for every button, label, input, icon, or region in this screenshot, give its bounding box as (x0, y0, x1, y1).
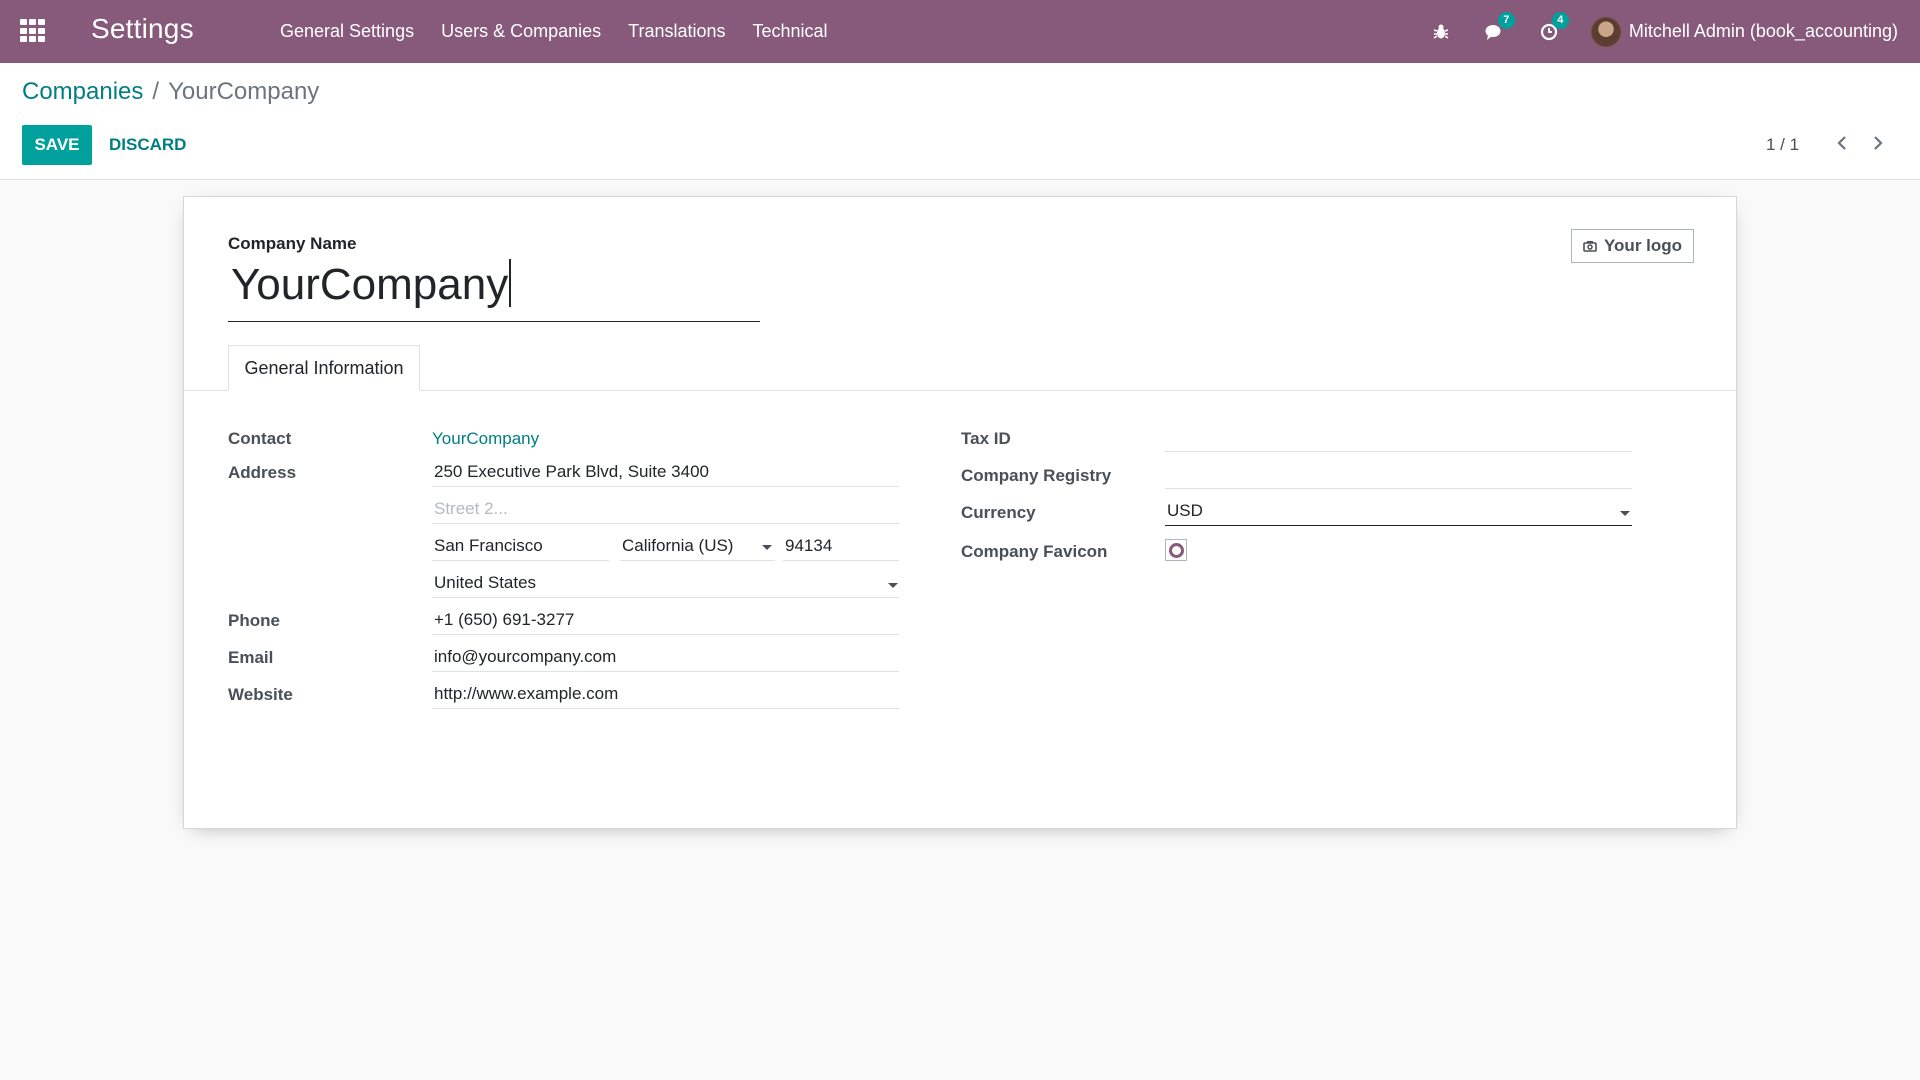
street2-field[interactable]: Street 2... (432, 495, 899, 524)
currency-value: USD (1167, 501, 1203, 520)
apps-menu-icon[interactable] (20, 19, 46, 43)
state-value: California (US) (622, 536, 734, 555)
user-name: Mitchell Admin (book_accounting) (1628, 21, 1898, 41)
company-favicon-label: Company Favicon (961, 542, 1108, 561)
breadcrumb-separator: / (152, 78, 160, 105)
tax-id-field[interactable] (1165, 423, 1632, 452)
company-name-input[interactable]: YourCompany (228, 259, 760, 322)
street-field[interactable]: 250 Executive Park Blvd, Suite 3400 (432, 458, 899, 487)
email-field[interactable]: info@yourcompany.com (432, 643, 899, 672)
currency-select[interactable]: USD (1165, 497, 1632, 526)
breadcrumb-current: YourCompany (168, 78, 320, 105)
currency-caret-icon (1620, 511, 1630, 516)
country-value: United States (434, 573, 537, 592)
country-select[interactable]: United States (432, 569, 899, 598)
website-label: Website (228, 685, 293, 704)
contact-label: Contact (228, 429, 292, 448)
pager-next-icon[interactable] (1867, 131, 1889, 155)
messages-badge: 7 (1497, 11, 1515, 29)
form-sheet: Company Name YourCompany Your logo Gener… (183, 196, 1737, 829)
address-label: Address (228, 463, 297, 482)
activities-clock-icon[interactable]: 4 (1537, 11, 1569, 44)
currency-label: Currency (961, 503, 1036, 522)
debug-bug-icon[interactable] (1429, 20, 1453, 44)
messages-icon[interactable]: 7 (1483, 11, 1515, 44)
control-panel: Companies / YourCompany SAVE DISCARD 1 /… (0, 63, 1920, 180)
company-registry-label: Company Registry (961, 466, 1112, 485)
your-logo-label: Your logo (1603, 236, 1683, 255)
phone-field[interactable]: +1 (650) 691-3277 (432, 606, 899, 635)
pager-value: 1 / 1 (1766, 135, 1800, 154)
company-favicon-image[interactable] (1165, 539, 1187, 561)
phone-label: Phone (228, 611, 280, 630)
your-logo-button[interactable]: Your logo (1571, 229, 1694, 263)
user-menu[interactable]: Mitchell Admin (book_accounting) (1590, 16, 1898, 47)
tab-general-information[interactable]: General Information (228, 345, 420, 391)
website-field[interactable]: http://www.example.com (432, 680, 899, 709)
company-name-label: Company Name (228, 234, 357, 253)
camera-icon (1583, 241, 1597, 252)
email-label: Email (228, 648, 274, 667)
text-caret (509, 259, 511, 307)
contact-link[interactable]: YourCompany (432, 429, 539, 449)
pager-previous-icon[interactable] (1831, 131, 1853, 155)
state-caret-icon (762, 545, 772, 550)
breadcrumb-companies-link[interactable]: Companies (22, 78, 143, 106)
state-select[interactable]: California (US) (620, 532, 775, 561)
activities-badge: 4 (1551, 11, 1569, 29)
app-title: Settings (91, 13, 194, 44)
main-menu: General Settings Users & Companies Trans… (280, 0, 855, 63)
menu-item-translations[interactable]: Translations (628, 21, 725, 42)
top-navbar: Settings General Settings Users & Compan… (0, 0, 1920, 63)
zip-field[interactable]: 94134 (783, 532, 899, 561)
breadcrumb: Companies / YourCompany (22, 78, 319, 106)
menu-item-general-settings[interactable]: General Settings (280, 21, 414, 42)
tax-id-label: Tax ID (961, 429, 1011, 448)
systray: 7 4 Mitchell Admin (book_accounting) (1429, 0, 1920, 63)
discard-button[interactable]: DISCARD (105, 125, 190, 165)
country-caret-icon (888, 583, 898, 588)
favicon-icon (1168, 542, 1184, 558)
menu-item-technical[interactable]: Technical (753, 21, 828, 42)
company-name-value: YourCompany (231, 260, 509, 309)
city-field[interactable]: San Francisco (432, 532, 609, 561)
user-avatar (1590, 16, 1621, 47)
save-button[interactable]: SAVE (22, 125, 92, 165)
menu-item-users-companies[interactable]: Users & Companies (441, 21, 601, 42)
company-registry-field[interactable] (1165, 460, 1632, 489)
